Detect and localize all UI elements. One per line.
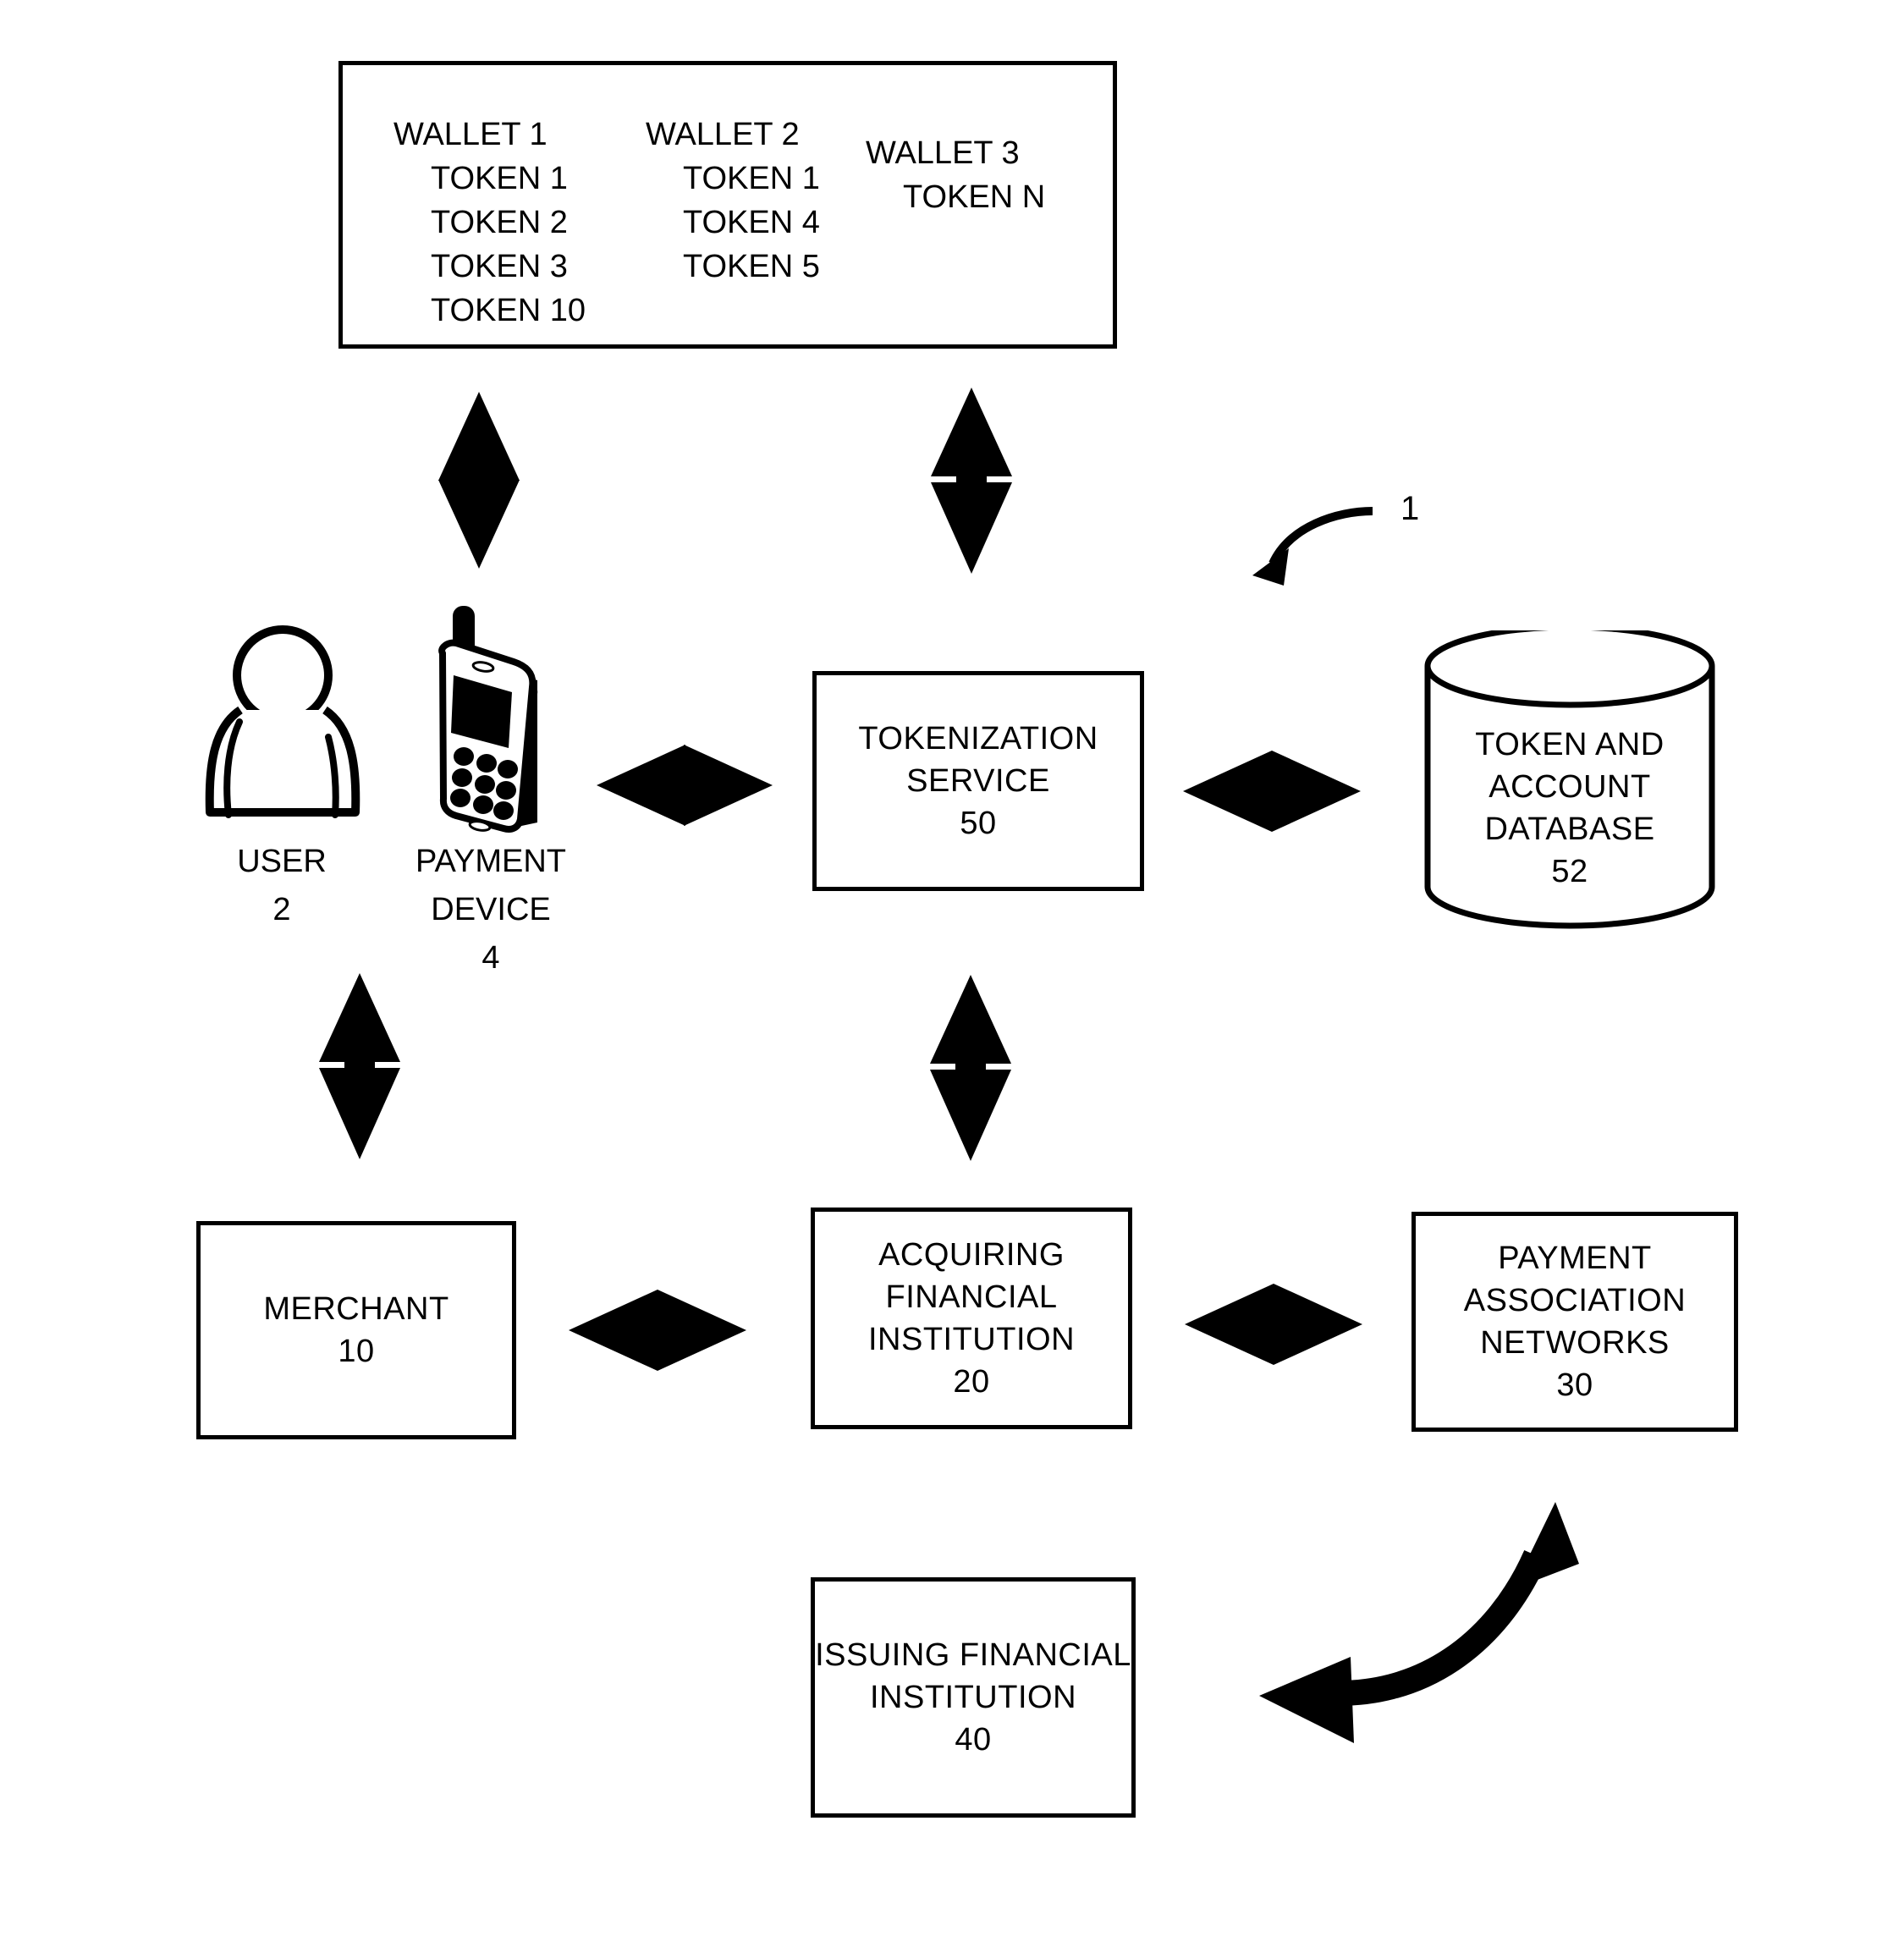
merchant-line1: MERCHANT: [263, 1291, 449, 1327]
tokenization-service-line1: TOKENIZATION: [858, 721, 1098, 756]
issuing-line1: ISSUING FINANCIAL: [815, 1637, 1131, 1673]
payment-assoc-numeral: 30: [1556, 1367, 1593, 1403]
wallet-container-box: WALLET 1 TOKEN 1 TOKEN 2 TOKEN 3 TOKEN 1…: [338, 61, 1117, 349]
wallet-2-token-2: TOKEN 4: [683, 205, 820, 240]
payment-device-caption: PAYMENT DEVICE 4: [389, 838, 592, 982]
payment-device-numeral: 4: [482, 940, 500, 976]
user-caption: USER 2: [193, 838, 371, 934]
tokenization-service-line2: SERVICE: [906, 763, 1050, 799]
arrow-tokenization-to-acquiring: [930, 975, 1011, 1161]
payment-assoc-line3: NETWORKS: [1480, 1325, 1670, 1361]
acquiring-numeral: 20: [953, 1364, 990, 1400]
database-line1: TOKEN AND: [1475, 727, 1665, 762]
acquiring-line1: ACQUIRING: [878, 1237, 1065, 1273]
payment-assoc-line1: PAYMENT: [1498, 1241, 1652, 1276]
issuing-numeral: 40: [955, 1722, 992, 1758]
wallet-column-2: WALLET 2 TOKEN 1 TOKEN 4 TOKEN 5: [646, 113, 820, 289]
acquiring-financial-institution-box: ACQUIRING FINANCIAL INSTITUTION 20: [811, 1208, 1132, 1429]
arrow-issuing-to-payment-assoc-curved: [1259, 1502, 1579, 1743]
wallet-2-token-1: TOKEN 1: [683, 161, 820, 196]
figure-reference-numeral: 1: [1400, 490, 1420, 527]
tokenization-service-numeral: 50: [960, 806, 997, 841]
tokenization-service-box: TOKENIZATION SERVICE 50: [812, 671, 1144, 891]
arrow-wallet1-to-device: [438, 392, 520, 569]
merchant-box: MERCHANT 10: [196, 1221, 516, 1439]
issuing-line2: INSTITUTION: [869, 1680, 1077, 1715]
wallet-column-1: WALLET 1 TOKEN 1 TOKEN 2 TOKEN 3 TOKEN 1…: [393, 113, 586, 333]
issuing-financial-institution-box: ISSUING FINANCIAL INSTITUTION 40: [811, 1577, 1136, 1818]
database-line3: DATABASE: [1484, 811, 1655, 847]
wallet-1-token-2: TOKEN 2: [431, 205, 568, 240]
arrow-device-to-tokenization: [597, 745, 773, 826]
payment-device-label-line1: PAYMENT: [415, 844, 567, 879]
wallet-1-token-3: TOKEN 3: [431, 249, 568, 284]
payment-association-networks-box: PAYMENT ASSOCIATION NETWORKS 30: [1411, 1212, 1738, 1432]
payment-device-label-line2: DEVICE: [431, 892, 551, 927]
token-account-database-label: TOKEN AND ACCOUNT DATABASE 52: [1417, 723, 1722, 893]
payment-device-phone-icon: [438, 606, 538, 833]
user-numeral: 2: [272, 892, 291, 927]
acquiring-line2: FINANCIAL: [885, 1279, 1058, 1315]
acquiring-line3: INSTITUTION: [867, 1322, 1076, 1357]
figure-canvas: WALLET 1 TOKEN 1 TOKEN 2 TOKEN 3 TOKEN 1…: [0, 0, 1904, 1942]
arrow-user-to-merchant: [319, 973, 400, 1159]
user-label: USER: [237, 844, 327, 879]
wallet-1-title: WALLET 1: [393, 117, 548, 152]
merchant-numeral: 10: [338, 1334, 375, 1369]
wallet-1-token-1: TOKEN 1: [431, 161, 568, 196]
arrow-tokenization-to-database: [1183, 751, 1361, 832]
wallet-1-token-4: TOKEN 10: [431, 293, 586, 328]
database-line2: ACCOUNT: [1489, 769, 1651, 805]
arrow-merchant-to-acquiring: [569, 1290, 746, 1371]
arrow-acquiring-to-payment-assoc: [1185, 1284, 1362, 1365]
wallet-2-token-3: TOKEN 5: [683, 249, 820, 284]
wallet-3-token-1: TOKEN N: [903, 179, 1046, 215]
user-person-icon: [205, 625, 360, 818]
wallet-column-3: WALLET 3 TOKEN N: [866, 131, 1045, 219]
payment-assoc-line2: ASSOCIATION: [1463, 1283, 1687, 1318]
figure-leader-arrow: [1252, 507, 1373, 586]
wallet-3-title: WALLET 3: [866, 135, 1020, 171]
database-numeral: 52: [1551, 854, 1588, 889]
wallet-2-title: WALLET 2: [646, 117, 800, 152]
arrow-wallet2-to-tokenization: [931, 388, 1012, 574]
